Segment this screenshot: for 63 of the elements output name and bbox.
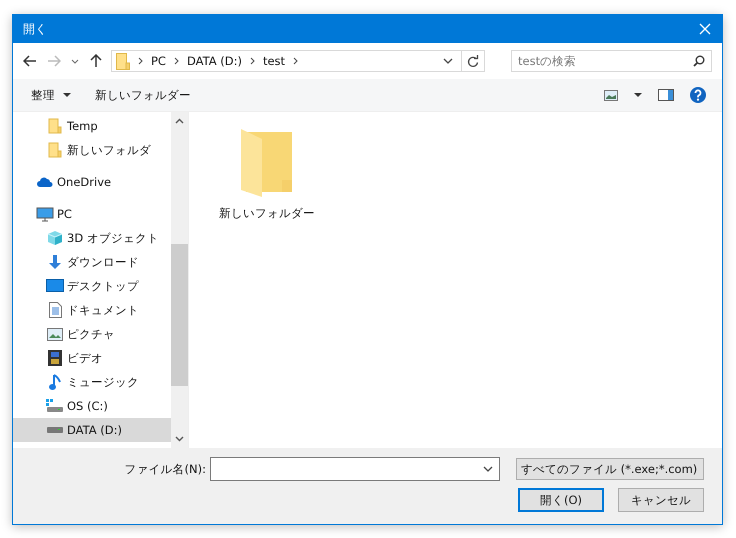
chevron-down-icon[interactable] bbox=[175, 436, 184, 442]
refresh-icon bbox=[467, 54, 479, 68]
nav-item[interactable]: PC bbox=[13, 202, 171, 226]
chevron-right-icon bbox=[174, 57, 179, 65]
nav-item[interactable]: ダウンロード bbox=[13, 250, 171, 274]
nav-item[interactable]: ビデオ bbox=[13, 346, 171, 370]
nav-item[interactable]: ピクチャ bbox=[13, 322, 171, 346]
chevron-right-icon bbox=[250, 57, 255, 65]
nav-item[interactable]: OS (C:) bbox=[13, 394, 171, 418]
picture-icon bbox=[47, 328, 63, 340]
cloud-icon bbox=[37, 177, 53, 187]
music-note-icon bbox=[49, 374, 61, 390]
help-icon bbox=[690, 87, 706, 103]
chevron-up-icon[interactable] bbox=[175, 118, 184, 124]
chevron-right-icon bbox=[138, 57, 143, 65]
breadcrumb-item[interactable]: test bbox=[262, 54, 286, 68]
up-arrow-icon bbox=[90, 54, 102, 68]
nav-item[interactable]: OneDrive bbox=[13, 170, 171, 194]
window-title: 開く bbox=[23, 20, 48, 38]
pane-icon bbox=[658, 89, 674, 101]
caret-icon bbox=[63, 93, 71, 97]
nav-item[interactable]: デスクトップ bbox=[13, 274, 171, 298]
new-folder-button[interactable]: 新しいフォルダー bbox=[85, 84, 201, 106]
close-icon bbox=[699, 23, 711, 35]
desktop-icon bbox=[46, 279, 64, 293]
picture-icon bbox=[604, 90, 618, 100]
file-name[interactable]: 新しいフォルダー bbox=[219, 206, 315, 221]
nav-item[interactable]: Temp bbox=[13, 114, 171, 138]
scrollbar-thumb[interactable] bbox=[171, 244, 188, 386]
filename-label: ファイル名(N): bbox=[124, 462, 206, 476]
organize-button[interactable]: 整理 bbox=[21, 84, 81, 106]
back-arrow-icon bbox=[23, 55, 37, 67]
breadcrumb-item[interactable]: DATA (D:) bbox=[186, 54, 242, 68]
chevron-down-icon bbox=[71, 58, 79, 64]
folder-icon bbox=[48, 142, 62, 158]
nav-item[interactable]: ミュージック bbox=[13, 370, 171, 394]
breadcrumb-item[interactable]: PC bbox=[151, 54, 166, 68]
open-button[interactable]: 開く(O) bbox=[518, 488, 604, 512]
folder-icon bbox=[116, 52, 130, 70]
address-bar[interactable]: PC DATA (D:) test bbox=[111, 50, 485, 72]
chevron-right-icon bbox=[293, 57, 298, 65]
caret-icon bbox=[634, 93, 642, 97]
drive-icon bbox=[46, 399, 64, 413]
monitor-icon bbox=[36, 206, 54, 222]
document-icon bbox=[48, 302, 62, 318]
cube-icon bbox=[47, 230, 63, 246]
scrollbar[interactable] bbox=[171, 112, 188, 448]
search-icon bbox=[693, 55, 705, 67]
down-arrow-icon bbox=[47, 254, 63, 270]
chevron-down-icon[interactable] bbox=[443, 58, 453, 64]
chevron-down-icon bbox=[483, 466, 493, 472]
nav-item[interactable]: DATA (D:) bbox=[13, 418, 171, 442]
film-icon bbox=[48, 350, 62, 366]
forward-arrow-icon bbox=[47, 55, 61, 67]
filename-field[interactable] bbox=[210, 457, 500, 481]
drive-icon bbox=[46, 427, 64, 433]
cancel-button[interactable]: キャンセル bbox=[618, 488, 704, 512]
nav-item[interactable]: ドキュメント bbox=[13, 298, 171, 322]
folder-icon bbox=[48, 118, 62, 134]
file-type-dropdown[interactable]: すべてのファイル (*.exe;*.com) bbox=[516, 458, 704, 480]
nav-item[interactable]: 3D オブジェクト bbox=[13, 226, 171, 250]
search-field[interactable]: testの検索 bbox=[511, 50, 712, 72]
nav-item[interactable]: 新しいフォルダ bbox=[13, 138, 171, 162]
